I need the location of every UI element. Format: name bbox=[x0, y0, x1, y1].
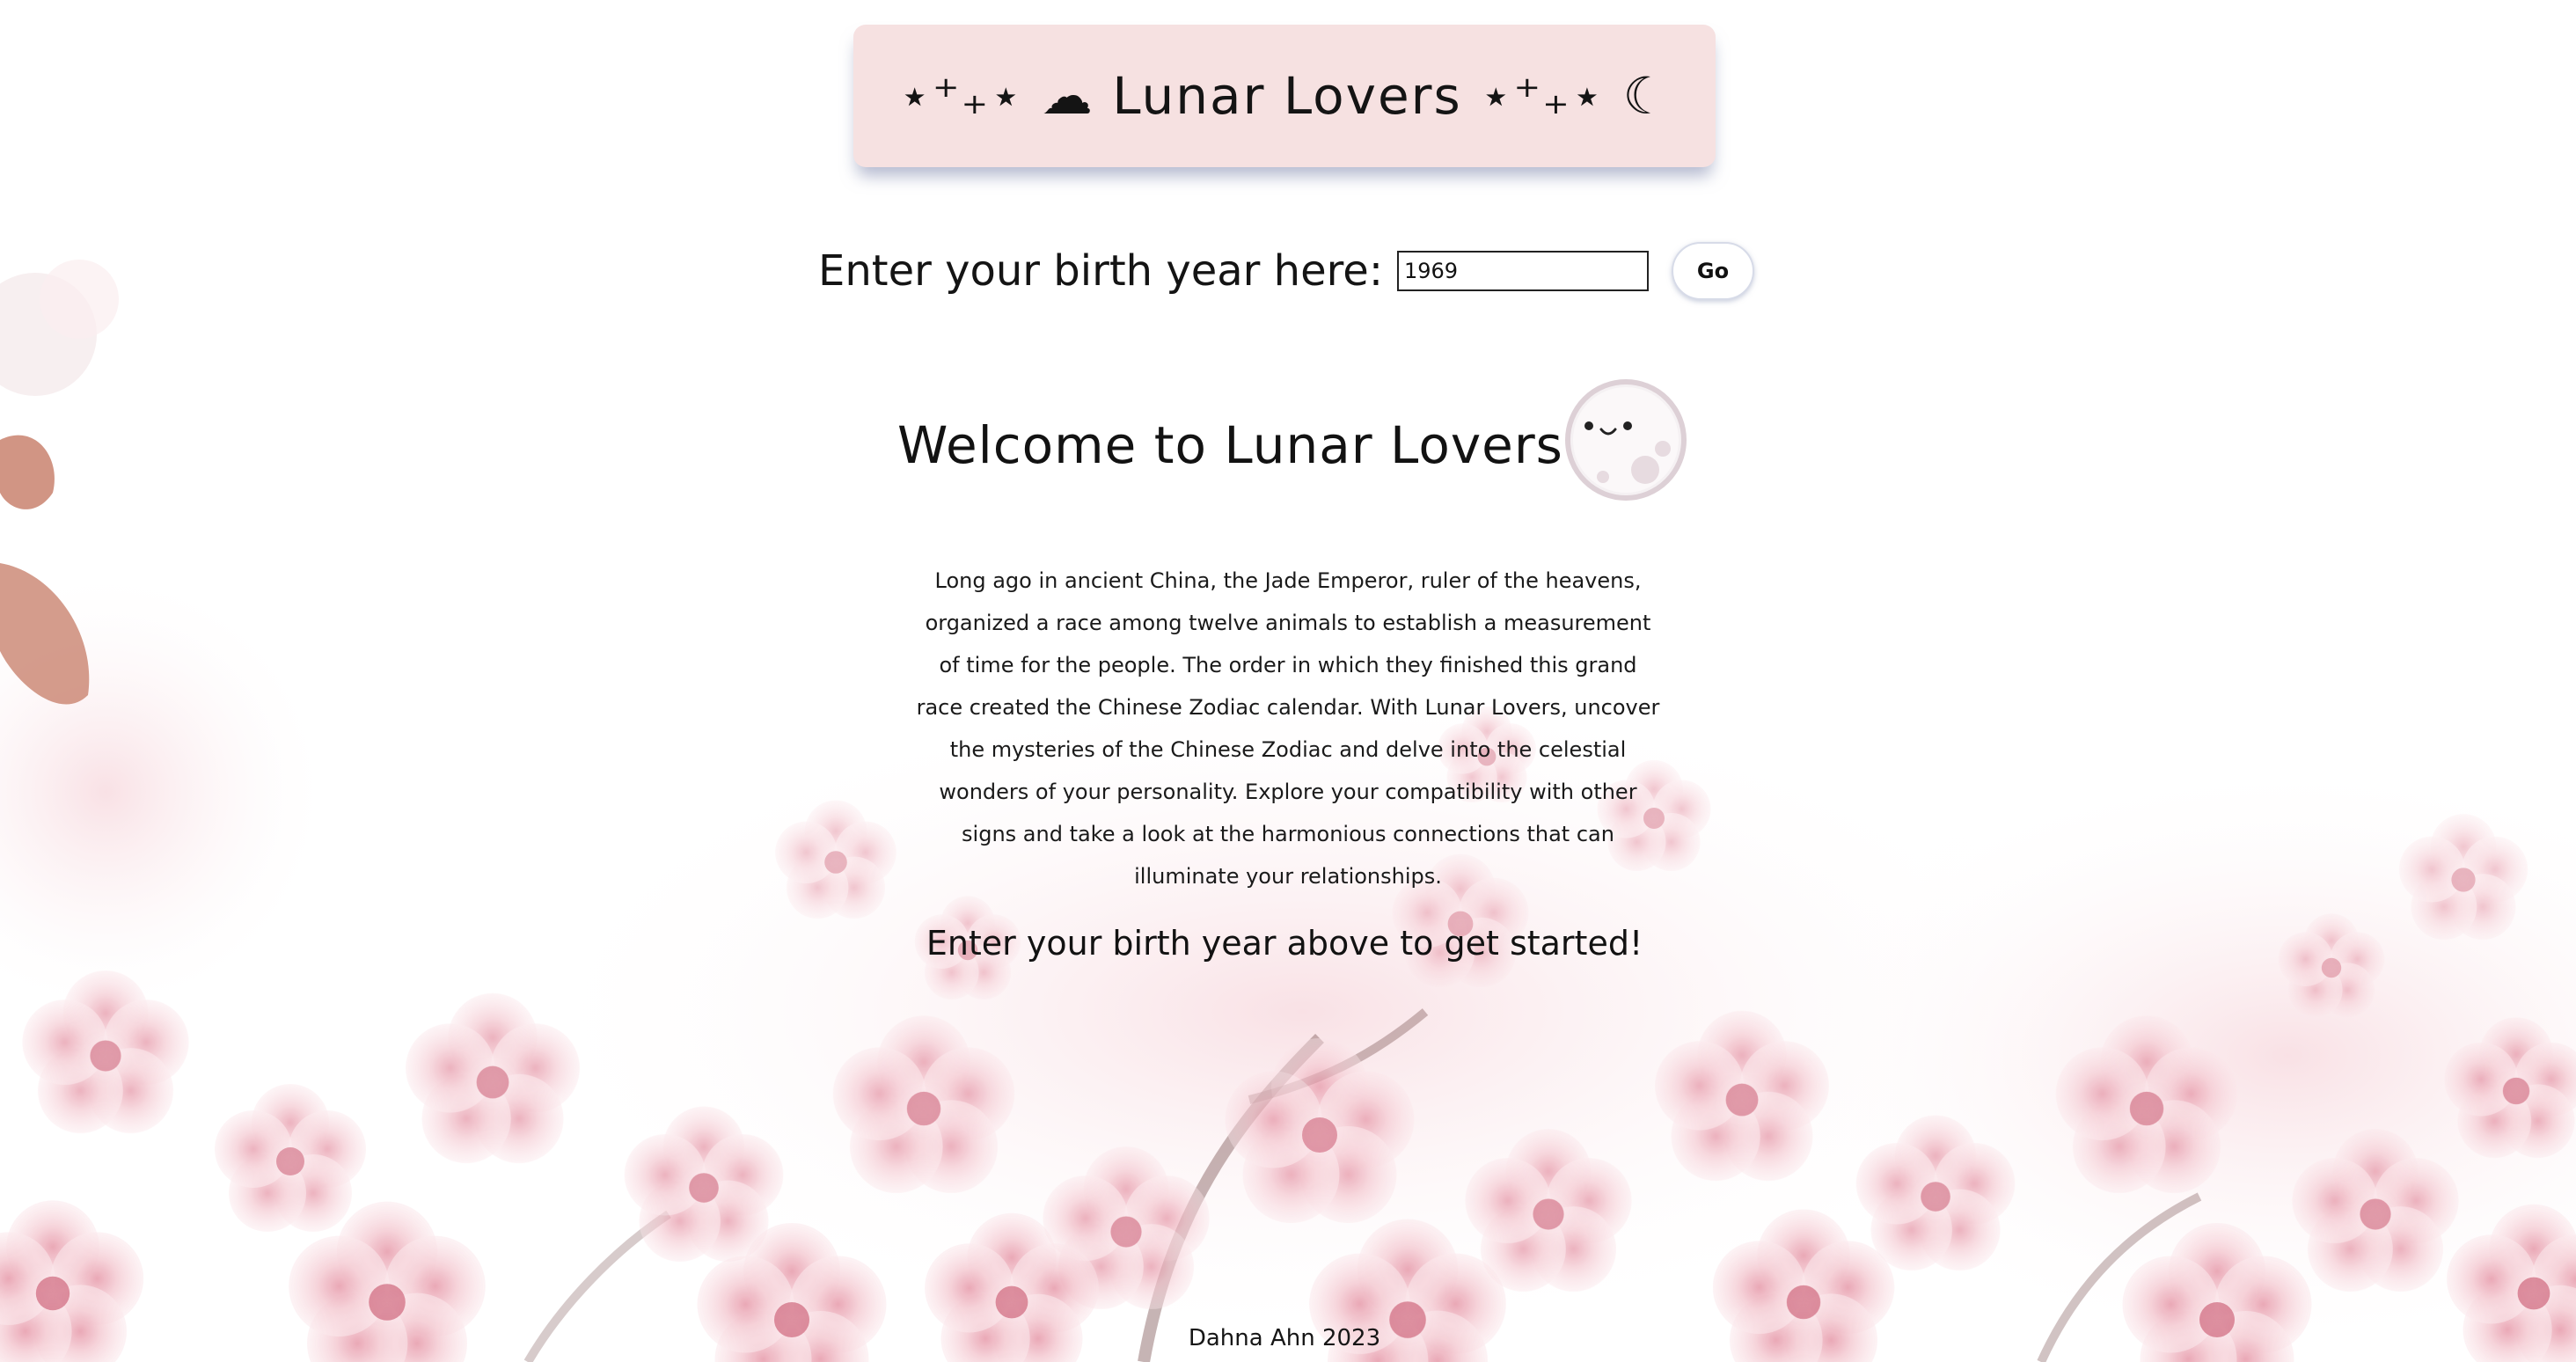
welcome-heading: Welcome to Lunar Lovers! bbox=[897, 415, 1585, 475]
site-title: ⋆⁺₊⋆ ☁︎ Lunar Lovers ⋆⁺₊⋆ ☾ bbox=[898, 66, 1671, 126]
get-started-prompt: Enter your birth year above to get start… bbox=[926, 924, 1643, 963]
birth-year-label: Enter your birth year here: bbox=[818, 246, 1383, 296]
intro-paragraph: Long ago in ancient China, the Jade Empe… bbox=[916, 568, 1660, 889]
go-button[interactable]: Go bbox=[1672, 242, 1754, 300]
footer-credit: Dahna Ahn 2023 bbox=[1188, 1325, 1381, 1351]
header-banner: ⋆⁺₊⋆ ☁︎ Lunar Lovers ⋆⁺₊⋆ ☾ bbox=[853, 25, 1716, 167]
smiling-moon-icon bbox=[1565, 379, 1687, 501]
birth-year-input[interactable] bbox=[1397, 251, 1649, 291]
birth-year-form: Enter your birth year here: Go bbox=[818, 236, 1754, 306]
